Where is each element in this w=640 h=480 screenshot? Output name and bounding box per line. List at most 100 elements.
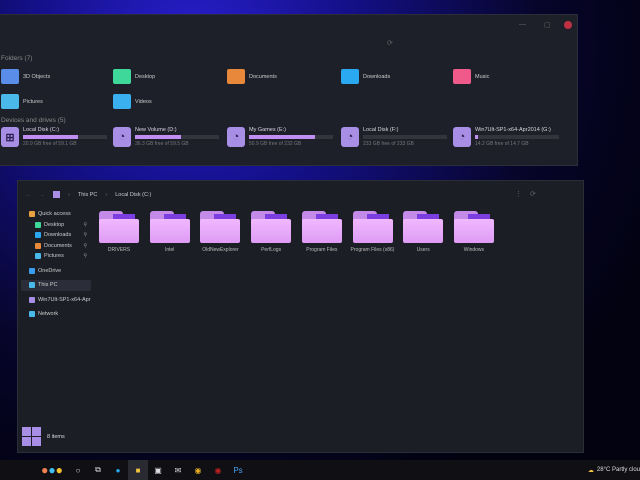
app-icon[interactable]: ◉ bbox=[208, 460, 228, 480]
folder-downloads[interactable]: Downloads bbox=[341, 69, 390, 84]
folder-videos[interactable]: Videos bbox=[113, 94, 152, 109]
pin-icon: ⚲ bbox=[83, 242, 87, 249]
folders-header: Folders (7) bbox=[1, 55, 33, 62]
folder-pictures[interactable]: Pictures bbox=[1, 94, 43, 109]
cloud-icon bbox=[29, 267, 35, 274]
history-icon[interactable]: ⋮ bbox=[515, 190, 522, 198]
refresh-icon[interactable]: ⟳ bbox=[387, 39, 393, 47]
minimize-button[interactable]: — bbox=[519, 21, 526, 28]
photoshop-icon[interactable]: Ps bbox=[228, 460, 248, 480]
refresh-icon[interactable]: ⟳ bbox=[530, 190, 536, 198]
background-explorer-window[interactable]: ⟳ — ▢ Folders (7) 3D Objects Desktop Docum… bbox=[0, 14, 578, 166]
drive-usage-bar bbox=[135, 135, 219, 139]
sidebar-label: Quick access bbox=[38, 211, 71, 218]
file-explorer-icon[interactable]: ■ bbox=[128, 460, 148, 480]
drive-icon: ◔ bbox=[341, 127, 359, 147]
folder-item[interactable]: OldNewExplorer bbox=[195, 211, 245, 253]
folder-name: DRIVERS bbox=[107, 247, 131, 253]
maximize-button[interactable]: ▢ bbox=[544, 21, 551, 29]
folder-item[interactable]: Intel bbox=[145, 211, 195, 253]
sidebar-item-this-pc[interactable]: This PC bbox=[21, 280, 91, 291]
folder-music[interactable]: Music bbox=[453, 69, 489, 84]
weather-widget[interactable]: ☁ 28°C Partly clou bbox=[588, 467, 640, 474]
computer-icon bbox=[29, 282, 35, 289]
task-view-icon[interactable]: ⧉ bbox=[88, 460, 108, 480]
drive-item[interactable]: ◔ My Games (E:) 50.9 GB free of 232 GB bbox=[227, 127, 333, 147]
sidebar-label: Desktop bbox=[44, 221, 65, 228]
documents-icon bbox=[35, 242, 41, 249]
videos-icon bbox=[113, 94, 131, 109]
breadcrumb-local-disk[interactable]: Local Disk (C:) bbox=[115, 192, 151, 198]
folder-item[interactable]: Windows bbox=[449, 211, 499, 253]
drive-item[interactable]: ◔ New Volume (D:) 36.3 GB free of 59.5 GB bbox=[113, 127, 219, 147]
drive-name: Win7Ult-SP1-x64-Apr2014 (G:) bbox=[475, 127, 551, 133]
drive-free-space: 20.9 GB free of 59.1 GB bbox=[23, 141, 77, 147]
pictures-icon bbox=[1, 94, 19, 109]
forward-icon[interactable]: → bbox=[40, 192, 46, 198]
sidebar-item-onedrive[interactable]: OneDrive bbox=[21, 266, 91, 277]
taskbar: ● ● ● ○ ⧉ ● ■ ▣ ✉ ◉ ◉ Ps ☁ 28°C Partly clo… bbox=[0, 460, 640, 480]
drive-free-space: 50.9 GB free of 232 GB bbox=[249, 141, 302, 147]
folder-item[interactable]: Program Files (x86) bbox=[348, 211, 398, 253]
mail-icon[interactable]: ✉ bbox=[168, 460, 188, 480]
windows-logo-icon bbox=[22, 427, 41, 446]
drive-item[interactable]: ◔ Win7Ult-SP1-x64-Apr2014 (G:) 14.2 GB fre… bbox=[453, 127, 559, 147]
store-icon[interactable]: ▣ bbox=[148, 460, 168, 480]
drive-name: Local Disk (F:) bbox=[363, 127, 399, 133]
drive-name: New Volume (D:) bbox=[135, 127, 177, 133]
pin-icon: ⚲ bbox=[83, 253, 87, 260]
folder-label: Videos bbox=[135, 98, 152, 105]
folder-name: Program Files bbox=[306, 247, 338, 253]
sidebar-item-documents[interactable]: Documents ⚲ bbox=[21, 241, 91, 252]
search-icon[interactable]: ○ bbox=[68, 460, 88, 480]
3d-objects-icon bbox=[1, 69, 19, 84]
sidebar-item-downloads[interactable]: Downloads ⚲ bbox=[21, 230, 91, 241]
folder-label: 3D Objects bbox=[23, 73, 51, 80]
folder-3d-objects[interactable]: 3D Objects bbox=[1, 69, 50, 84]
edge-icon[interactable]: ● bbox=[108, 460, 128, 480]
sidebar-label: Downloads bbox=[44, 232, 72, 239]
drive-free-space: 36.3 GB free of 59.5 GB bbox=[135, 141, 189, 147]
folder-documents[interactable]: Documents bbox=[227, 69, 277, 84]
sidebar-item-pictures[interactable]: Pictures ⚲ bbox=[21, 251, 91, 262]
sidebar-item-win7ult-sp1-x64-apr[interactable]: Win7Ult-SP1-x64-Apr bbox=[21, 295, 91, 306]
chrome-icon[interactable]: ◉ bbox=[188, 460, 208, 480]
folder-icon bbox=[301, 211, 342, 243]
sidebar-item-desktop[interactable]: Desktop ⚲ bbox=[21, 220, 91, 231]
folder-name: Program Files (x86) bbox=[350, 247, 395, 253]
back-icon[interactable]: ← bbox=[26, 192, 32, 198]
sidebar-label: Network bbox=[38, 311, 59, 318]
folder-item[interactable]: Users bbox=[398, 211, 448, 253]
sidebar-item-network[interactable]: Network bbox=[21, 309, 91, 320]
folder-label: Pictures bbox=[23, 98, 43, 105]
drive-icon: ◔ bbox=[453, 127, 471, 147]
folder-name: Windows bbox=[463, 247, 485, 253]
sidebar-item-quick-access[interactable]: Quick access bbox=[21, 209, 91, 220]
status-bar: 8 items bbox=[22, 427, 65, 446]
windows-drive-icon: ⊞ bbox=[1, 127, 19, 147]
drive-item[interactable]: ⊞ Local Disk (C:) 20.9 GB free of 59.1 GB bbox=[1, 127, 107, 147]
weather-text: 28°C Partly clou bbox=[596, 467, 640, 473]
drive-free-space: 233 GB free of 233 GB bbox=[363, 141, 414, 147]
desktop-icon bbox=[113, 69, 131, 84]
folder-item[interactable]: PerfLogs bbox=[246, 211, 296, 253]
drive-free-space: 14.2 GB free of 14.7 GB bbox=[475, 141, 529, 147]
desktop-icon bbox=[35, 221, 41, 228]
drive-item[interactable]: ◔ Local Disk (F:) 233 GB free of 233 GB bbox=[341, 127, 447, 147]
folder-label: Desktop bbox=[135, 73, 156, 80]
explorer-window[interactable]: ← → › This PC › Local Disk (C:) ⋮ ⟳ Quic… bbox=[17, 180, 584, 453]
address-bar[interactable]: ← → › This PC › Local Disk (C:) bbox=[26, 191, 151, 198]
drive-usage-bar bbox=[363, 135, 447, 139]
pictures-icon bbox=[35, 253, 41, 260]
folder-item[interactable]: DRIVERS bbox=[94, 211, 144, 253]
folder-desktop[interactable]: Desktop bbox=[113, 69, 155, 84]
folder-name: Users bbox=[416, 247, 430, 253]
drive-icon: ◔ bbox=[113, 127, 131, 147]
drive-name: Local Disk (C:) bbox=[23, 127, 60, 133]
folder-item[interactable]: Program Files bbox=[297, 211, 347, 253]
folder-icon bbox=[453, 211, 494, 243]
drive-icon bbox=[29, 296, 35, 303]
close-button[interactable] bbox=[564, 21, 572, 29]
balloons-icon[interactable]: ● ● ● bbox=[36, 460, 68, 480]
breadcrumb-this-pc[interactable]: This PC bbox=[78, 192, 98, 198]
